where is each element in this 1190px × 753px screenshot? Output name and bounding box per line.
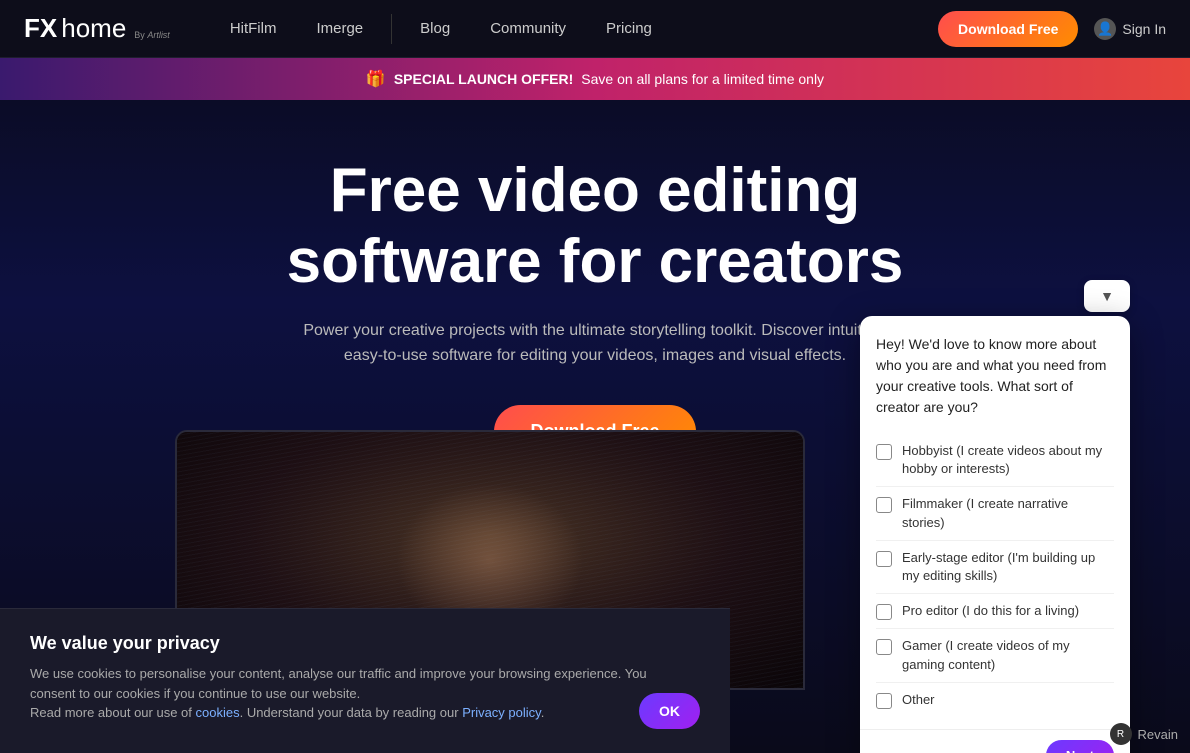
option-label-pro-editor: Pro editor (I do this for a living) — [902, 602, 1079, 620]
survey-option-other[interactable]: Other — [876, 683, 1114, 717]
logo[interactable]: FXhome By Artlist — [24, 13, 170, 44]
survey-body: Hey! We'd love to know more about who yo… — [860, 316, 1130, 729]
checkbox-other[interactable] — [876, 693, 892, 709]
survey-option-early-stage[interactable]: Early-stage editor (I'm building up my e… — [876, 541, 1114, 594]
revain-watermark: R Revain — [1110, 723, 1178, 745]
survey-footer: Next — [860, 729, 1130, 753]
revain-label: Revain — [1138, 727, 1178, 742]
nav-link-community[interactable]: Community — [470, 0, 586, 58]
logo-fx: FX — [24, 13, 57, 44]
nav-link-hitfilm[interactable]: HitFilm — [210, 0, 297, 58]
option-label-other: Other — [902, 691, 935, 709]
logo-artlist: By Artlist — [134, 30, 170, 40]
survey-panel: Hey! We'd love to know more about who yo… — [860, 316, 1130, 753]
privacy-title: We value your privacy — [30, 633, 700, 654]
option-label-hobbyist: Hobbyist (I create videos about my hobby… — [902, 442, 1114, 478]
hero-title: Free video editing software for creators — [245, 155, 945, 298]
sign-in-button[interactable]: 👤 Sign In — [1094, 18, 1166, 40]
survey-option-gamer[interactable]: Gamer (I create videos of my gaming cont… — [876, 629, 1114, 682]
survey-next-button[interactable]: Next — [1046, 740, 1114, 753]
survey-container: ▼ Hey! We'd love to know more about who … — [860, 316, 1130, 753]
logo-home: home — [61, 13, 126, 44]
checkbox-early-stage[interactable] — [876, 551, 892, 567]
option-label-filmmaker: Filmmaker (I create narrative stories) — [902, 495, 1114, 531]
option-label-gamer: Gamer (I create videos of my gaming cont… — [902, 637, 1114, 673]
survey-question: Hey! We'd love to know more about who yo… — [876, 334, 1114, 418]
survey-option-pro-editor[interactable]: Pro editor (I do this for a living) — [876, 594, 1114, 629]
sign-in-label: Sign In — [1122, 21, 1166, 37]
nav-divider — [391, 14, 392, 44]
option-label-early-stage: Early-stage editor (I'm building up my e… — [902, 549, 1114, 585]
privacy-text: We use cookies to personalise your conte… — [30, 664, 670, 723]
nav-link-imerge[interactable]: Imerge — [296, 0, 383, 58]
nav-links: HitFilm Imerge Blog Community Pricing — [210, 0, 938, 58]
navbar: FXhome By Artlist HitFilm Imerge Blog Co… — [0, 0, 1190, 58]
user-icon: 👤 — [1094, 18, 1116, 40]
checkbox-hobbyist[interactable] — [876, 444, 892, 460]
privacy-ok-button[interactable]: OK — [639, 693, 700, 729]
gift-icon: 🎁 — [366, 69, 386, 89]
privacy-banner: We value your privacy We use cookies to … — [0, 608, 730, 753]
checkbox-gamer[interactable] — [876, 639, 892, 655]
survey-option-hobbyist[interactable]: Hobbyist (I create videos about my hobby… — [876, 434, 1114, 487]
checkbox-filmmaker[interactable] — [876, 497, 892, 513]
download-free-button[interactable]: Download Free — [938, 11, 1078, 47]
nav-right: Download Free 👤 Sign In — [938, 11, 1166, 47]
survey-option-filmmaker[interactable]: Filmmaker (I create narrative stories) — [876, 487, 1114, 540]
cookies-link[interactable]: cookies — [196, 705, 240, 720]
survey-collapse-button[interactable]: ▼ — [1084, 280, 1130, 312]
nav-link-pricing[interactable]: Pricing — [586, 0, 672, 58]
hero-subtitle: Power your creative projects with the ul… — [295, 318, 895, 369]
privacy-policy-link[interactable]: Privacy policy — [462, 705, 541, 720]
banner-bold: SPECIAL LAUNCH OFFER! — [394, 71, 573, 87]
revain-icon: R — [1110, 723, 1132, 745]
nav-link-blog[interactable]: Blog — [400, 0, 470, 58]
chevron-down-icon: ▼ — [1100, 288, 1114, 304]
promo-banner[interactable]: 🎁 SPECIAL LAUNCH OFFER! Save on all plan… — [0, 58, 1190, 100]
banner-text: Save on all plans for a limited time onl… — [581, 71, 824, 87]
checkbox-pro-editor[interactable] — [876, 604, 892, 620]
